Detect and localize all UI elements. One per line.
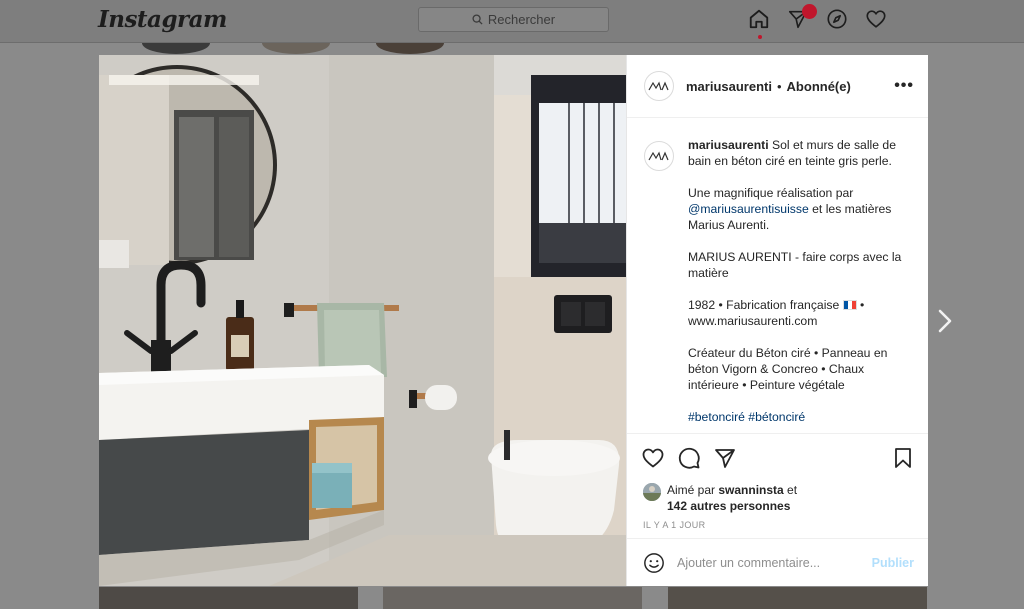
caption-paragraph-2-start: Une magnifique réalisation par — [688, 186, 854, 200]
home-icon[interactable] — [748, 8, 770, 39]
search-box[interactable]: Rechercher — [418, 7, 609, 32]
likes-prefix: Aimé par — [667, 483, 719, 497]
background-thumbnail — [99, 587, 358, 609]
post-timestamp[interactable]: IL Y A 1 JOUR — [627, 514, 928, 538]
background-thumbnail — [262, 43, 330, 54]
other-likers-link[interactable]: 142 autres personnes — [667, 499, 790, 513]
save-bookmark-icon[interactable] — [891, 446, 915, 470]
caption-paragraph-3: MARIUS AURENTI - faire corps avec la mat… — [688, 250, 902, 280]
liker-username[interactable]: swanninsta — [718, 483, 783, 497]
header-separator: • — [776, 78, 782, 94]
marius-aurenti-logo-icon — [648, 81, 669, 91]
emoji-icon[interactable] — [643, 552, 665, 574]
notification-badge — [802, 4, 817, 19]
likes-text: Aimé par swanninsta et 142 autres person… — [667, 482, 797, 514]
publish-button[interactable]: Publier — [872, 556, 914, 570]
comment-bubble-icon[interactable] — [677, 446, 701, 470]
activity-icon[interactable] — [865, 8, 887, 30]
background-posts-bottom — [0, 587, 1024, 609]
marius-aurenti-logo-icon — [648, 151, 669, 161]
search-placeholder: Rechercher — [487, 12, 556, 27]
background-thumbnail — [668, 587, 927, 609]
top-navigation-bar: Instagram Rechercher — [0, 0, 1024, 43]
caption-avatar[interactable] — [644, 141, 674, 171]
caption-paragraph-5: Créateur du Béton ciré • Panneau en béto… — [688, 346, 888, 392]
post-modal: mariusaurenti • Abonné(e) ••• mariusaure… — [99, 55, 928, 586]
comment-form: Publier — [627, 538, 928, 586]
like-heart-icon[interactable] — [641, 446, 665, 470]
share-direct-icon[interactable] — [713, 446, 737, 470]
post-sidebar: mariusaurenti • Abonné(e) ••• mariusaure… — [626, 55, 928, 586]
background-posts-top — [0, 43, 1024, 55]
comments-area[interactable]: mariusaurenti Sol et murs de salle de ba… — [627, 118, 928, 433]
post-header: mariusaurenti • Abonné(e) ••• — [627, 55, 928, 118]
comment-input[interactable] — [677, 555, 872, 570]
home-active-indicator — [758, 35, 762, 39]
france-flag-icon — [842, 300, 857, 310]
post-image — [99, 55, 626, 586]
background-thumbnail — [383, 587, 642, 609]
background-thumbnail — [376, 43, 444, 54]
follow-status-button[interactable]: Abonné(e) — [787, 79, 851, 94]
post-caption: mariusaurenti Sol et murs de salle de ba… — [688, 137, 902, 433]
caption-username[interactable]: mariusaurenti — [688, 138, 769, 152]
author-avatar[interactable] — [644, 71, 674, 101]
caption-paragraph-4-start: 1982 • Fabrication française — [688, 298, 843, 312]
liker-avatar[interactable] — [643, 483, 661, 501]
more-options-icon[interactable]: ••• — [894, 77, 914, 95]
caption-row: mariusaurenti Sol et murs de salle de ba… — [644, 137, 911, 433]
next-post-arrow-icon[interactable] — [934, 308, 956, 334]
background-thumbnail — [142, 43, 210, 54]
search-icon — [472, 14, 483, 25]
author-username[interactable]: mariusaurenti — [686, 79, 772, 94]
likes-summary: Aimé par swanninsta et 142 autres person… — [627, 482, 928, 514]
caption-hashtags[interactable]: #betonciré #bétonciré — [688, 409, 902, 425]
mention-link[interactable]: @mariusaurentisuisse — [688, 202, 809, 216]
bathroom-photo — [99, 55, 626, 586]
likes-middle: et — [783, 483, 798, 497]
post-actions — [627, 433, 928, 482]
instagram-logo[interactable]: Instagram — [98, 6, 227, 33]
explore-icon[interactable] — [826, 8, 848, 30]
